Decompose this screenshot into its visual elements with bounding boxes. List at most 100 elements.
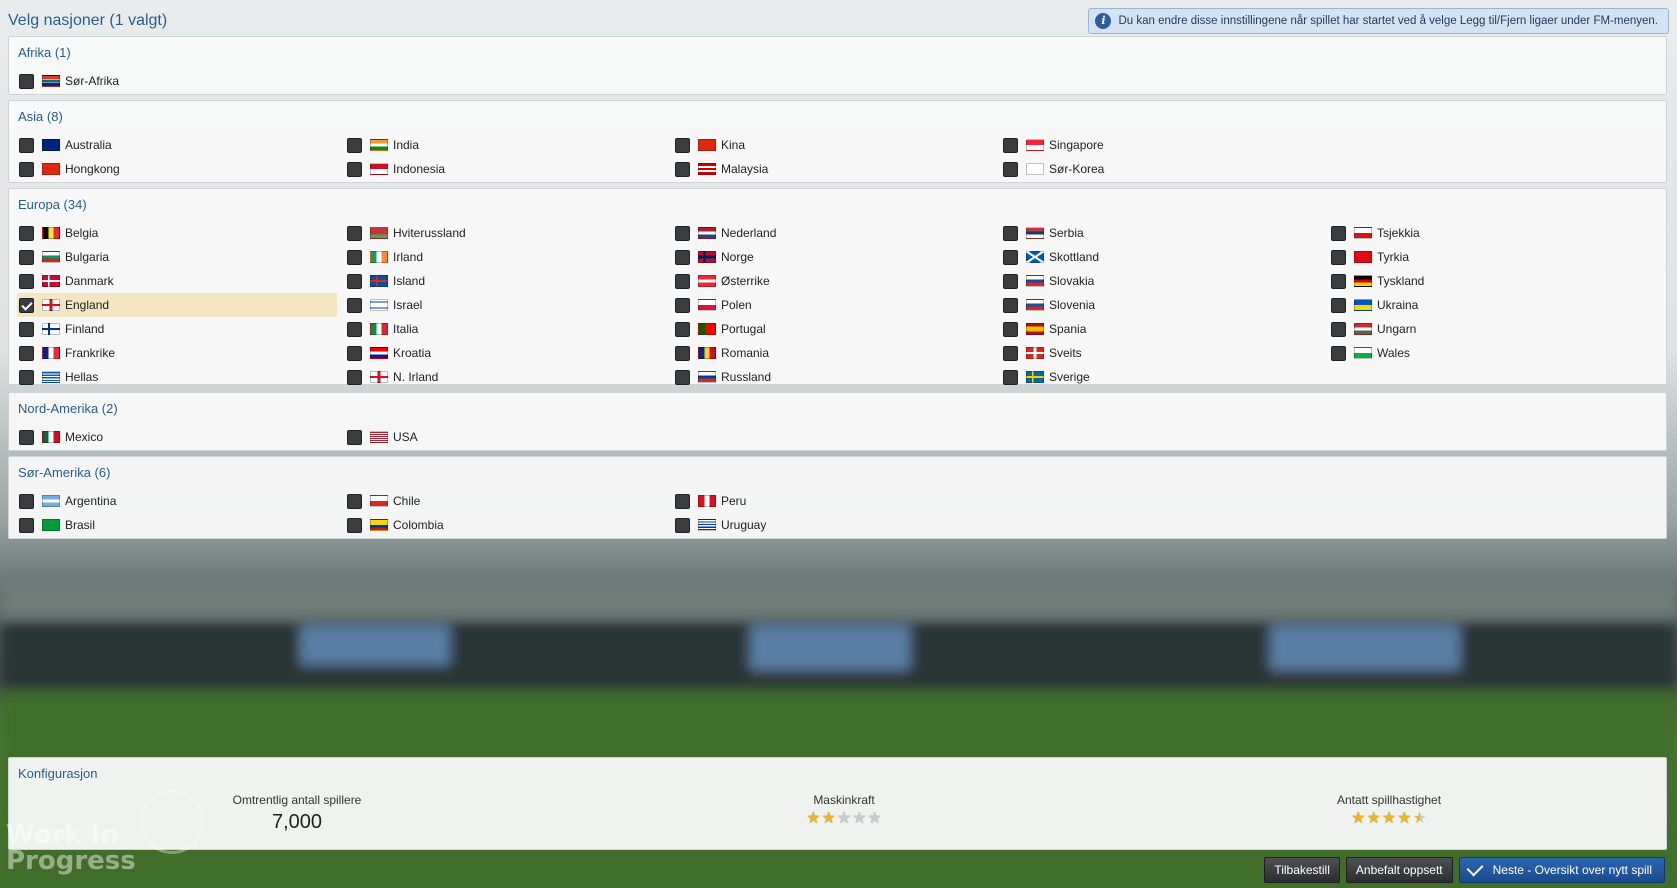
nation-checkbox[interactable] — [1003, 249, 1018, 265]
nation-item[interactable]: Irland — [345, 245, 665, 269]
nation-item[interactable]: Bulgaria — [17, 245, 337, 269]
nation-item[interactable]: India — [345, 133, 665, 157]
nation-item[interactable]: Mexico — [17, 425, 337, 449]
nation-item[interactable]: Norge — [673, 245, 993, 269]
nation-item[interactable]: Hellas — [17, 365, 337, 389]
nation-item[interactable]: Slovakia — [1001, 269, 1321, 293]
nation-item[interactable]: N. Irland — [345, 365, 665, 389]
nation-item[interactable]: Indonesia — [345, 157, 665, 181]
nation-checkbox[interactable] — [19, 225, 34, 241]
nation-checkbox[interactable] — [19, 517, 34, 533]
nation-checkbox[interactable] — [675, 137, 690, 153]
nation-checkbox[interactable] — [1003, 297, 1018, 313]
nation-checkbox[interactable] — [347, 137, 362, 153]
nation-item[interactable]: Romania — [673, 341, 993, 365]
nation-checkbox[interactable] — [675, 369, 690, 385]
nation-checkbox[interactable] — [1003, 369, 1018, 385]
nation-item[interactable]: Italia — [345, 317, 665, 341]
nation-checkbox[interactable] — [347, 345, 362, 361]
nation-checkbox[interactable] — [1331, 297, 1346, 313]
nation-checkbox[interactable] — [347, 429, 362, 445]
nation-checkbox[interactable] — [19, 345, 34, 361]
nation-item[interactable]: Island — [345, 269, 665, 293]
nation-item[interactable]: Chile — [345, 489, 665, 513]
nation-item[interactable]: Portugal — [673, 317, 993, 341]
nation-item[interactable]: Argentina — [17, 489, 337, 513]
nation-checkbox[interactable] — [347, 273, 362, 289]
nation-item[interactable]: Russland — [673, 365, 993, 389]
nation-checkbox[interactable] — [19, 249, 34, 265]
nation-checkbox[interactable] — [19, 137, 34, 153]
nation-item[interactable]: Spania — [1001, 317, 1321, 341]
nation-item[interactable]: Ungarn — [1329, 317, 1649, 341]
nation-item[interactable]: Skottland — [1001, 245, 1321, 269]
nation-checkbox[interactable] — [1003, 345, 1018, 361]
nation-item[interactable]: Uruguay — [673, 513, 993, 537]
nation-item[interactable]: Tsjekkia — [1329, 221, 1649, 245]
nation-checkbox[interactable] — [347, 493, 362, 509]
reset-button[interactable]: Tilbakestill — [1264, 857, 1340, 883]
nation-item[interactable]: Sør-Afrika — [17, 69, 337, 93]
nation-checkbox[interactable] — [347, 369, 362, 385]
nation-checkbox[interactable] — [1331, 273, 1346, 289]
recommended-setup-button[interactable]: Anbefalt oppsett — [1345, 857, 1453, 883]
nation-item[interactable]: Singapore — [1001, 133, 1321, 157]
nation-item[interactable]: Frankrike — [17, 341, 337, 365]
nation-checkbox[interactable] — [1331, 249, 1346, 265]
nation-item[interactable]: Brasil — [17, 513, 337, 537]
nation-item[interactable]: Colombia — [345, 513, 665, 537]
nation-checkbox[interactable] — [19, 73, 34, 89]
nation-checkbox[interactable] — [347, 517, 362, 533]
nation-item[interactable]: Finland — [17, 317, 337, 341]
nation-item[interactable]: Kina — [673, 133, 993, 157]
nation-checkbox[interactable] — [675, 249, 690, 265]
nation-item[interactable]: Australia — [17, 133, 337, 157]
nation-checkbox[interactable] — [19, 273, 34, 289]
nation-checkbox[interactable] — [347, 297, 362, 313]
nation-checkbox[interactable] — [1331, 321, 1346, 337]
nation-item[interactable]: Hviterussland — [345, 221, 665, 245]
nation-checkbox[interactable] — [675, 161, 690, 177]
nation-checkbox[interactable] — [675, 517, 690, 533]
nation-checkbox[interactable] — [1003, 321, 1018, 337]
nation-checkbox[interactable] — [347, 161, 362, 177]
nation-checkbox[interactable] — [347, 249, 362, 265]
nation-item[interactable]: Kroatia — [345, 341, 665, 365]
nation-item[interactable]: Israel — [345, 293, 665, 317]
nation-checkbox[interactable] — [19, 369, 34, 385]
nation-checkbox[interactable] — [19, 321, 34, 337]
nation-item[interactable]: Sør-Korea — [1001, 157, 1321, 181]
nation-checkbox[interactable] — [675, 225, 690, 241]
nation-item[interactable]: Danmark — [17, 269, 337, 293]
nation-checkbox[interactable] — [19, 297, 34, 313]
nation-checkbox[interactable] — [1331, 225, 1346, 241]
nation-checkbox[interactable] — [19, 161, 34, 177]
nation-item[interactable]: Tyskland — [1329, 269, 1649, 293]
nation-item[interactable]: Nederland — [673, 221, 993, 245]
nation-checkbox[interactable] — [19, 493, 34, 509]
nation-item[interactable]: Peru — [673, 489, 993, 513]
nation-item[interactable]: Wales — [1329, 341, 1649, 365]
nation-item[interactable]: Belgia — [17, 221, 337, 245]
nation-item[interactable]: Malaysia — [673, 157, 993, 181]
nation-item[interactable]: England — [17, 293, 337, 317]
nation-checkbox[interactable] — [1003, 225, 1018, 241]
nation-checkbox[interactable] — [1331, 345, 1346, 361]
nation-checkbox[interactable] — [1003, 161, 1018, 177]
next-button[interactable]: Neste - Oversikt over nytt spill — [1458, 857, 1665, 883]
nation-item[interactable]: Østerrike — [673, 269, 993, 293]
nation-item[interactable]: Tyrkia — [1329, 245, 1649, 269]
nation-item[interactable]: Sverige — [1001, 365, 1321, 389]
nation-item[interactable]: USA — [345, 425, 665, 449]
nation-checkbox[interactable] — [675, 273, 690, 289]
nation-checkbox[interactable] — [675, 493, 690, 509]
nation-checkbox[interactable] — [19, 429, 34, 445]
nation-checkbox[interactable] — [347, 225, 362, 241]
nation-item[interactable]: Sveits — [1001, 341, 1321, 365]
nation-checkbox[interactable] — [347, 321, 362, 337]
nation-item[interactable]: Hongkong — [17, 157, 337, 181]
nation-item[interactable]: Serbia — [1001, 221, 1321, 245]
nation-checkbox[interactable] — [1003, 137, 1018, 153]
nation-item[interactable]: Ukraina — [1329, 293, 1649, 317]
nation-item[interactable]: Slovenia — [1001, 293, 1321, 317]
